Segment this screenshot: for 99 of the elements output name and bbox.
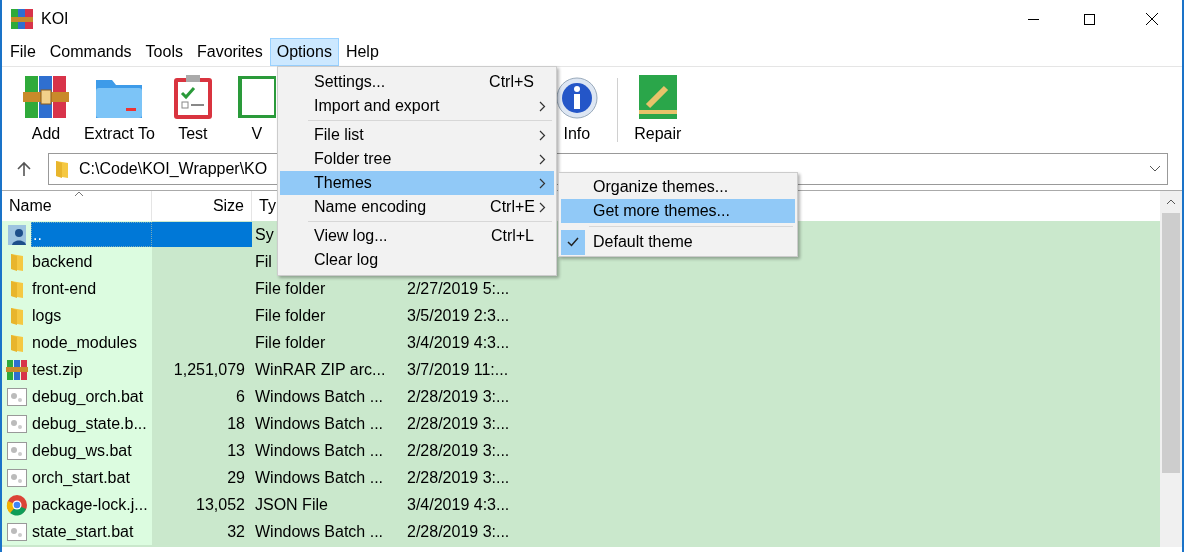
folder-icon — [9, 251, 24, 272]
file-size: 1,251,079 — [173, 359, 245, 380]
file-name: package-lock.j... — [31, 494, 149, 515]
file-type: Windows Batch ... — [255, 386, 384, 407]
menu-item[interactable]: Get more themes... — [561, 199, 795, 223]
repair-kit-icon — [637, 74, 678, 120]
file-row[interactable]: logs File folder 3/5/2019 2:3... — [2, 302, 1160, 329]
file-size: 18 — [227, 413, 245, 434]
file-row[interactable]: front-end File folder 2/27/2019 5:... — [2, 275, 1160, 302]
file-row[interactable]: debug_ws.bat 13 Windows Batch ... 2/28/2019 3:... — [2, 437, 1160, 464]
file-row[interactable]: state_start.bat 32 Windows Batch ... 2/28/2019 3:... — [2, 518, 1160, 545]
file-type: Windows Batch ... — [255, 413, 384, 434]
file-name: debug_state.b... — [31, 413, 148, 434]
book-icon — [236, 74, 277, 120]
folder-icon — [55, 159, 69, 179]
batch-file-icon — [6, 441, 27, 460]
file-name: backend — [31, 251, 94, 272]
scroll-up-icon — [1166, 199, 1176, 205]
menu-item[interactable]: Default theme — [561, 230, 795, 254]
file-type: File folder — [255, 305, 326, 326]
menu-item[interactable]: Themes — [280, 171, 554, 195]
file-date: 2/28/2019 3:... — [407, 440, 510, 461]
toolbar-button[interactable]: Repair — [625, 70, 690, 146]
browser-icon — [5, 493, 28, 516]
file-type: File folder — [255, 332, 326, 353]
info-icon — [554, 76, 599, 120]
file-row[interactable]: test.zip 1,251,079 WinRAR ZIP arc... 3/7/2019 11:... — [2, 356, 1160, 383]
file-row[interactable]: debug_orch.bat 6 Windows Batch ... 2/28/2019 3:... — [2, 383, 1160, 410]
file-date: 2/28/2019 3:... — [407, 413, 510, 434]
file-type: WinRAR ZIP arc... — [255, 359, 386, 380]
menu-bar-item[interactable]: Tools — [138, 38, 190, 66]
maximize-icon — [1083, 13, 1095, 25]
file-date: 3/7/2019 11:... — [407, 359, 509, 380]
toolbar-button[interactable]: Extract To — [78, 70, 161, 146]
file-name: node_modules — [31, 332, 138, 353]
file-name: debug_ws.bat — [31, 440, 133, 461]
menu-item[interactable]: Settings... Ctrl+S — [280, 70, 554, 94]
shortcut-label: Ctrl+S — [489, 72, 534, 92]
close-icon — [1146, 13, 1158, 25]
menu-bar-item[interactable]: Favorites — [189, 38, 270, 66]
scrollbar[interactable] — [1160, 191, 1182, 547]
toolbar-button[interactable]: Add — [14, 70, 78, 146]
minimize-icon — [1027, 18, 1039, 20]
file-date: 2/28/2019 3:... — [407, 386, 510, 407]
menu-bar-item[interactable]: Options — [269, 38, 339, 66]
file-type: Fil — [255, 251, 272, 272]
folder-icon — [9, 332, 24, 353]
file-row[interactable]: debug_state.b... 18 Windows Batch ... 2/28/2019 3:... — [2, 410, 1160, 437]
archive-books-icon — [5, 358, 28, 381]
file-size: 29 — [227, 467, 245, 488]
user-folder-icon — [6, 223, 27, 246]
dropdown-icon — [1149, 165, 1161, 173]
file-date: 2/28/2019 3:... — [407, 521, 510, 542]
shortcut-label: Ctrl+E — [490, 197, 535, 217]
file-row[interactable]: package-lock.j... 13,052 JSON File 3/4/2019 4:3... — [2, 491, 1160, 518]
batch-file-icon — [6, 468, 27, 487]
menu-bar-item[interactable]: File — [3, 38, 43, 66]
file-row[interactable]: orch_start.bat 29 Windows Batch ... 2/28/2019 3:... — [2, 464, 1160, 491]
file-date: 3/4/2019 4:3... — [407, 494, 510, 515]
file-name: logs — [31, 305, 63, 326]
menu-item[interactable]: Clear log — [280, 248, 554, 272]
file-name: test.zip — [31, 359, 84, 380]
batch-file-icon — [6, 414, 27, 433]
menu-item[interactable]: File list — [280, 123, 554, 147]
file-date: 2/28/2019 3:... — [407, 467, 510, 488]
shortcut-label: Ctrl+L — [490, 226, 534, 246]
file-name: .. — [31, 222, 152, 247]
file-date: 2/27/2019 5:... — [407, 278, 510, 299]
up-arrow-icon — [16, 161, 32, 177]
file-type: File folder — [255, 278, 326, 299]
file-type: Windows Batch ... — [255, 467, 384, 488]
menu-item[interactable]: Name encoding Ctrl+E — [280, 195, 554, 219]
file-type: Windows Batch ... — [255, 521, 384, 542]
file-name: orch_start.bat — [31, 467, 131, 488]
folder-icon — [9, 305, 24, 326]
menu-item[interactable]: View log... Ctrl+L — [280, 224, 554, 248]
folder-icon — [9, 278, 24, 299]
file-size: 6 — [236, 386, 245, 407]
file-name: state_start.bat — [31, 521, 135, 542]
file-date: 3/5/2019 2:3... — [407, 305, 510, 326]
menu-item[interactable]: Import and export — [280, 94, 554, 118]
file-row[interactable]: node_modules File folder 3/4/2019 4:3... — [2, 329, 1160, 356]
app-icon — [11, 9, 33, 29]
file-date: 3/4/2019 4:3... — [407, 332, 510, 353]
file-type: Sy — [255, 224, 274, 245]
batch-file-icon — [6, 387, 27, 406]
file-name: debug_orch.bat — [31, 386, 145, 407]
file-size: 32 — [227, 521, 245, 542]
clipboard-checklist-icon — [172, 74, 213, 120]
window-title: KOI — [41, 9, 69, 29]
file-size: 13,052 — [196, 494, 245, 515]
file-type: JSON File — [255, 494, 328, 515]
menu-bar-item[interactable]: Commands — [42, 38, 139, 66]
file-name: front-end — [31, 278, 98, 299]
batch-file-icon — [6, 522, 27, 541]
toolbar-button[interactable]: Test — [160, 70, 225, 146]
file-size: 13 — [227, 440, 245, 461]
file-type: Windows Batch ... — [255, 440, 384, 461]
menu-bar-item[interactable]: Help — [338, 38, 386, 66]
